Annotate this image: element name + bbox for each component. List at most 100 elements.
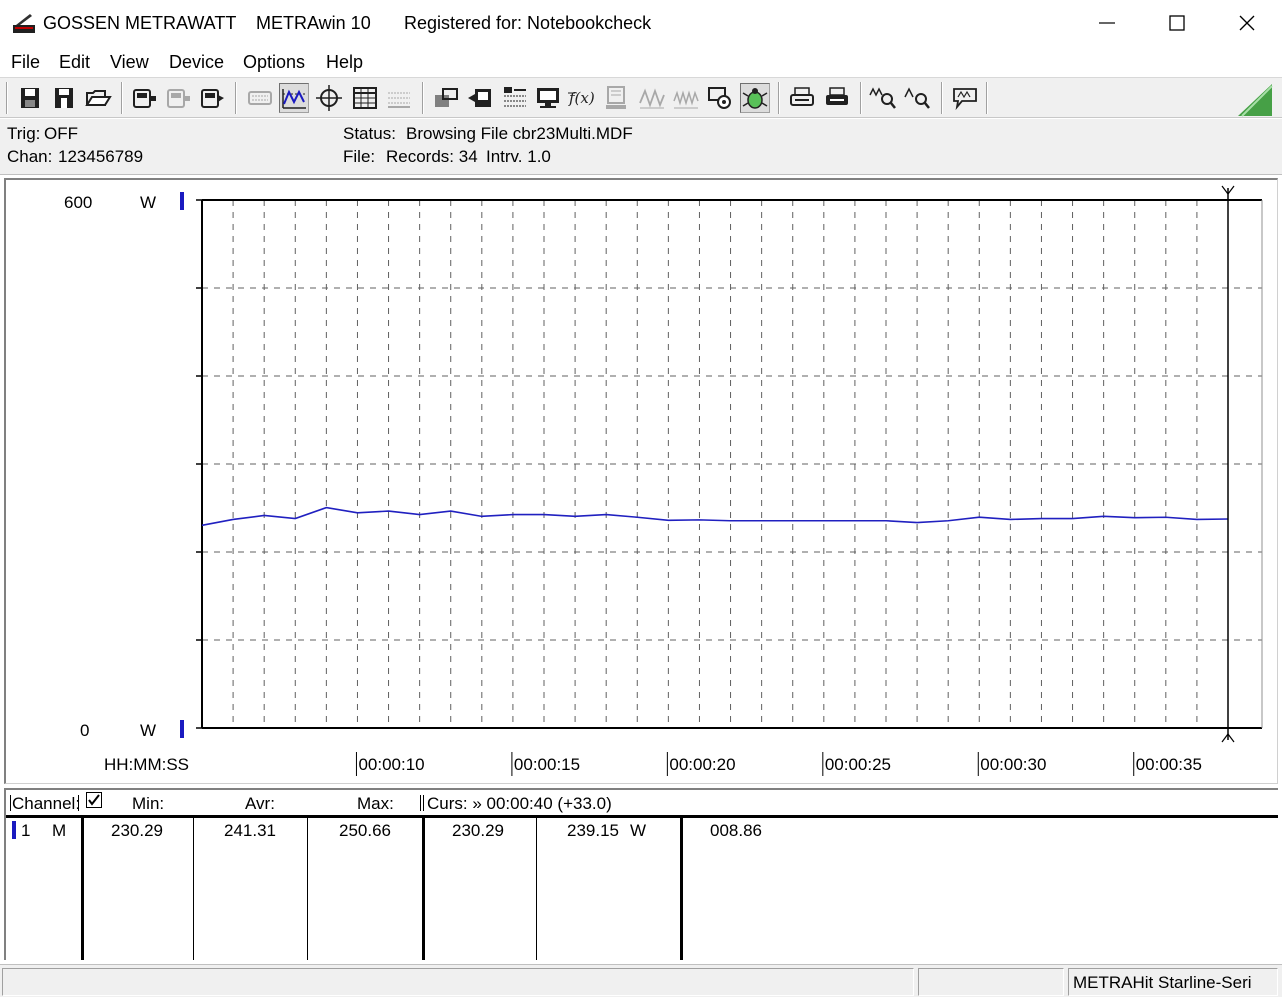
device-read-button[interactable] (129, 83, 159, 113)
list-icon (504, 87, 526, 107)
keyboard-disabled-icon (248, 91, 272, 105)
header-checkbox[interactable] (86, 792, 102, 813)
export-button[interactable] (431, 83, 461, 113)
toolbar-separator (941, 82, 943, 114)
table-header-rule (6, 815, 1278, 818)
device-read-icon (133, 89, 156, 108)
column-divider (422, 816, 425, 960)
toolbar-separator (986, 82, 988, 114)
header-min: Min: (132, 794, 165, 813)
formula-icon: f(x) (568, 89, 595, 107)
chan-value: 123456789 (58, 147, 144, 166)
print-preview-icon (790, 87, 814, 106)
interval-value: Intrv. 1.0 (486, 147, 551, 166)
menu-file[interactable]: File (11, 52, 40, 73)
monitor-button[interactable] (533, 83, 563, 113)
row-cursor-value: 230.29 (452, 821, 504, 840)
minimize-button[interactable] (1072, 0, 1142, 46)
column-divider (307, 816, 308, 960)
header-max: Max: (357, 794, 394, 813)
zoom-out-icon (904, 87, 930, 109)
toolbar-separator (121, 82, 123, 114)
keyboard-button[interactable] (245, 83, 275, 113)
bug-button[interactable] (740, 83, 770, 113)
row-extra: 008.86 (710, 821, 762, 840)
x-tick-label: 00:00:35 (1136, 755, 1202, 774)
zoom-in-icon (869, 87, 896, 109)
column-divider (680, 816, 683, 960)
print-button[interactable] (822, 83, 852, 113)
crosshair-button[interactable] (314, 83, 344, 113)
header-cursor: Curs: » 00:00:40 (+33.0) (427, 794, 612, 813)
toolbar: f(x) (0, 78, 1282, 118)
status-panel-device: METRAHit Starline-Seri (1068, 968, 1278, 996)
x-tick-label: 00:00:20 (669, 755, 735, 774)
open-button[interactable] (83, 83, 113, 113)
menu-options[interactable]: Options (243, 52, 305, 73)
save-as-icon (55, 88, 73, 108)
status-bar: METRAHit Starline-Seri (0, 964, 1282, 997)
table-view-button[interactable] (350, 83, 380, 113)
waveform-icon (282, 89, 306, 109)
y-bottom-unit: W (140, 721, 156, 740)
device-write-button[interactable] (197, 83, 227, 113)
save-as-button[interactable] (49, 83, 79, 113)
x-tick-label: 00:00:25 (825, 755, 891, 774)
app-logo-icon (13, 14, 35, 33)
bug-icon (742, 88, 768, 109)
wave2-button[interactable] (671, 83, 701, 113)
row-unit: W (630, 821, 647, 840)
crosshair-icon (316, 85, 342, 111)
print-icon (826, 87, 848, 105)
channel-table: Channel: Min: Avr: Max: Curs: » 00:00:40… (4, 788, 1278, 960)
channel-marker-bottom (180, 720, 184, 738)
table-icon (353, 87, 377, 109)
open-folder-icon (85, 90, 112, 106)
record-icon (468, 89, 491, 107)
close-button[interactable] (1212, 0, 1282, 46)
trig-label: Trig: (7, 124, 41, 143)
maximize-button[interactable] (1142, 0, 1212, 46)
menu-view[interactable]: View (110, 52, 149, 73)
file-label: File: (343, 147, 376, 166)
toolbar-separator (422, 82, 424, 114)
print-preview-button[interactable] (787, 83, 817, 113)
memory-button[interactable] (601, 83, 631, 113)
app-title: METRAwin 10 (256, 13, 371, 33)
grid-button[interactable] (384, 83, 414, 113)
device-disabled-button[interactable] (163, 83, 193, 113)
wave-button[interactable] (637, 83, 667, 113)
settings-button[interactable] (705, 83, 735, 113)
save-icon (21, 88, 39, 108)
zoom-in-button[interactable] (868, 83, 898, 113)
formula-button[interactable]: f(x) (567, 83, 597, 113)
list-button[interactable] (499, 83, 529, 113)
menu-bar: File Edit View Device Options Help (0, 46, 1282, 78)
maximize-icon (1169, 15, 1185, 31)
column-divider (193, 816, 194, 960)
comment-button[interactable] (950, 83, 980, 113)
record-button[interactable] (465, 83, 495, 113)
title-bar: GOSSEN METRAWATT METRAwin 10 Registered … (0, 0, 1282, 46)
grid-disabled-icon (388, 92, 410, 108)
header-avr: Avr: (245, 794, 275, 813)
waveform-view-button[interactable] (279, 83, 309, 113)
device-name: METRAHit Starline-Seri (1073, 973, 1252, 992)
power-chart[interactable]: 600 W 0 W HH:MM:SS 00:00:10 00:00:15 00:00… (6, 180, 1278, 784)
zoom-out-button[interactable] (903, 83, 933, 113)
row-min: 230.29 (111, 821, 163, 840)
device-write-icon (201, 89, 224, 108)
save-button[interactable] (15, 83, 45, 113)
records-value: Records: 34 (386, 147, 478, 166)
header-divider (78, 795, 79, 811)
export-icon (435, 88, 458, 107)
row-value: 239.15 (567, 821, 619, 840)
menu-device[interactable]: Device (169, 52, 224, 73)
menu-edit[interactable]: Edit (59, 52, 90, 73)
menu-help[interactable]: Help (326, 52, 363, 73)
status-value: Browsing File cbr23Multi.MDF (406, 124, 633, 143)
header-divider (423, 795, 424, 811)
row-channel-number[interactable]: 1 (21, 821, 30, 841)
svg-text:f(x): f(x) (568, 89, 595, 107)
chart-panel[interactable]: 600 W 0 W HH:MM:SS 00:00:10 00:00:15 00:00… (4, 178, 1278, 784)
